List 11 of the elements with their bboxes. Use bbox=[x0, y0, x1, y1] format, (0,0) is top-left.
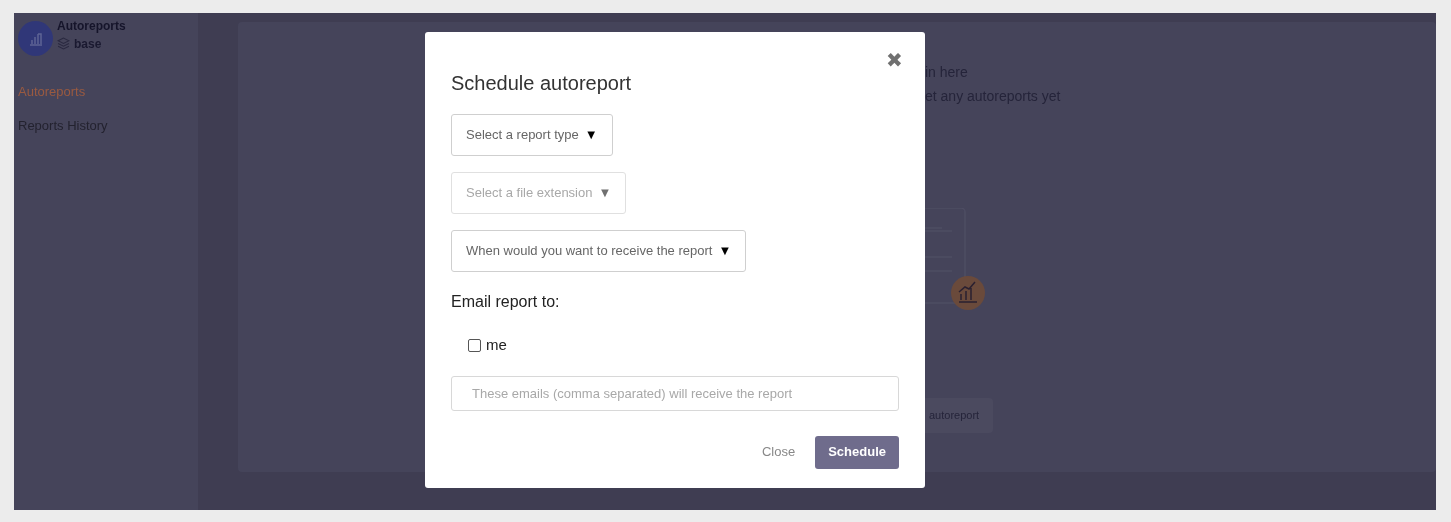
emails-input-field[interactable]: These emails (comma separated) will receive the report bbox=[451, 375, 899, 411]
checkbox[interactable] bbox=[468, 338, 481, 352]
dropdown-select[interactable]: When would you want to receive the report ▼ bbox=[451, 230, 747, 272]
close-button[interactable]: Close bbox=[761, 442, 796, 462]
checkbox-label: me bbox=[486, 335, 507, 355]
layers-icon bbox=[57, 37, 70, 50]
logo-icon bbox=[18, 21, 53, 56]
dialog-title: Schedule autoreport bbox=[451, 71, 633, 96]
schedule-button[interactable]: Schedule bbox=[815, 435, 899, 469]
email-label: Email report to: bbox=[451, 292, 561, 312]
dropdown-select[interactable]: Select a report type ▼ bbox=[451, 114, 613, 156]
